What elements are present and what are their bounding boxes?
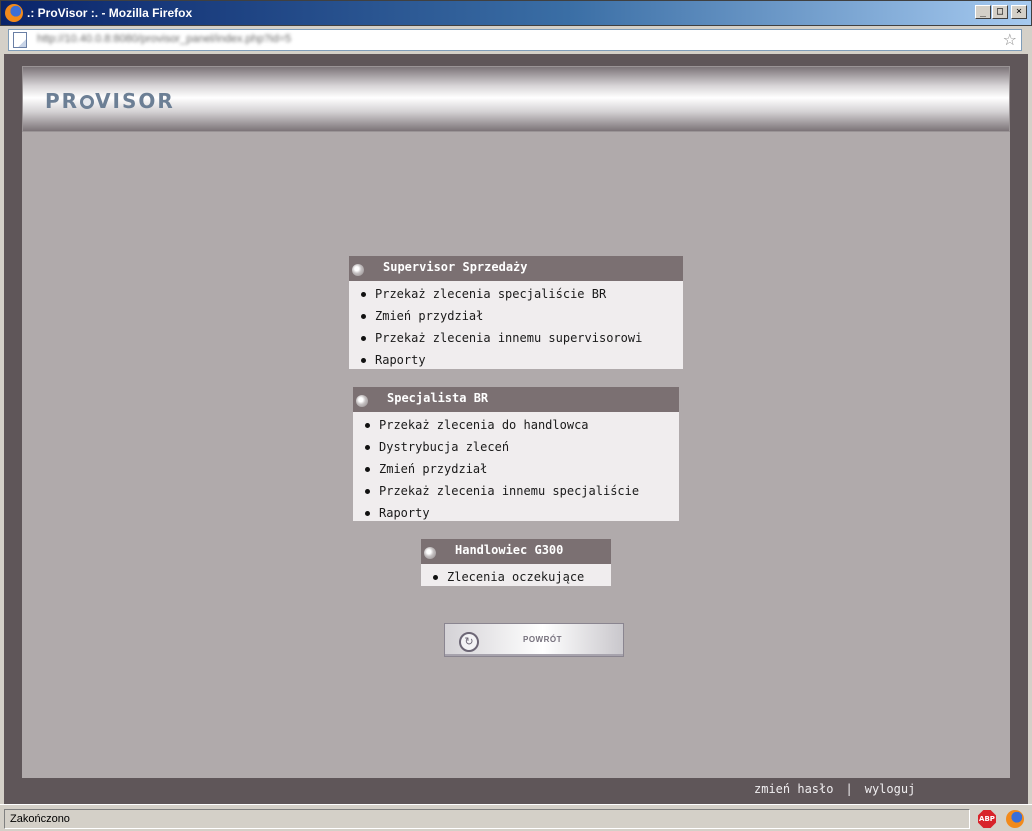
navigation-bar: http://10.40.0.8:8080/provisor_panel/ind… [0, 26, 1032, 54]
window-titlebar: .: ProVisor :. - Mozilla Firefox _ □ × [0, 0, 1032, 26]
panel-supervisor: Supervisor Sprzedaży Przekaż zlecenia sp… [349, 256, 683, 369]
back-button[interactable]: ↻ POWRÓT [444, 623, 624, 657]
link-separator: | [845, 782, 853, 796]
window-title: .: ProVisor :. - Mozilla Firefox [27, 6, 193, 20]
bullet-dot-icon [361, 292, 366, 297]
panel-bullet-icon [352, 264, 364, 276]
menu-item-raporty[interactable]: Raporty [349, 349, 683, 371]
firefox-icon [5, 4, 23, 22]
return-arrow-icon: ↻ [459, 632, 479, 652]
panel-specjalista: Specjalista BR Przekaż zlecenia do handl… [353, 387, 679, 521]
menu-item-raporty[interactable]: Raporty [353, 502, 679, 524]
menu-item-przekaz-specjaliscie[interactable]: Przekaż zlecenia innemu specjaliście [353, 480, 679, 502]
logo-o-icon [80, 95, 95, 109]
url-text[interactable]: http://10.40.0.8:8080/provisor_panel/ind… [37, 33, 291, 45]
menu-item-zmien-przydzial[interactable]: Zmień przydział [349, 305, 683, 327]
page-header: PR VISOR [22, 66, 1010, 132]
bullet-dot-icon [365, 445, 370, 450]
panel-handlowiec: Handlowiec G300 Zlecenia oczekujące [421, 539, 611, 586]
logout-link[interactable]: wyloguj [865, 782, 916, 796]
bullet-dot-icon [365, 489, 370, 494]
panel-title: Specjalista BR [387, 391, 489, 405]
menu-item-dystrybucja[interactable]: Dystrybucja zleceń [353, 436, 679, 458]
bullet-dot-icon [361, 336, 366, 341]
close-button[interactable]: × [1011, 5, 1027, 19]
bullet-dot-icon [361, 314, 366, 319]
adblock-icon[interactable]: ABP [978, 810, 996, 828]
panel-title: Handlowiec G300 [455, 543, 564, 557]
bookmark-star-icon[interactable]: ☆ [1003, 30, 1017, 49]
status-bar: Zakończono ABP [0, 804, 1032, 831]
bullet-dot-icon [433, 575, 438, 580]
back-button-label: POWRÓT [523, 635, 562, 644]
bullet-dot-icon [365, 423, 370, 428]
panel-header: Specjalista BR [353, 387, 679, 412]
menu-item-zmien-przydzial[interactable]: Zmień przydział [353, 458, 679, 480]
panel-bullet-icon [424, 547, 436, 559]
panel-title: Supervisor Sprzedaży [383, 260, 528, 274]
menu-item-przekaz-handlowca[interactable]: Przekaż zlecenia do handlowca [353, 414, 679, 436]
status-text: Zakończono [4, 809, 970, 829]
change-password-link[interactable]: zmień hasło [754, 782, 833, 796]
bullet-dot-icon [361, 358, 366, 363]
address-bar[interactable]: http://10.40.0.8:8080/provisor_panel/ind… [8, 29, 1022, 51]
page-icon [13, 32, 27, 48]
panel-header: Handlowiec G300 [421, 539, 611, 564]
panel-bullet-icon [356, 395, 368, 407]
panel-header: Supervisor Sprzedaży [349, 256, 683, 281]
footer-links: zmień hasło | wyloguj [754, 782, 915, 796]
page-frame: PR VISOR Supervisor Sprzedaży Przekaż zle… [4, 54, 1028, 804]
bullet-dot-icon [365, 511, 370, 516]
bullet-dot-icon [365, 467, 370, 472]
main-content: Supervisor Sprzedaży Przekaż zlecenia sp… [22, 132, 1010, 778]
menu-item-przekaz-supervisorowi[interactable]: Przekaż zlecenia innemu supervisorowi [349, 327, 683, 349]
maximize-button[interactable]: □ [992, 5, 1008, 19]
menu-item-przekaz-specjaliscie[interactable]: Przekaż zlecenia specjaliście BR [349, 283, 683, 305]
firefox-status-icon[interactable] [1006, 810, 1024, 828]
menu-item-zlecenia-oczekujace[interactable]: Zlecenia oczekujące [421, 566, 611, 588]
provisor-logo: PR VISOR [45, 89, 175, 113]
minimize-button[interactable]: _ [975, 5, 991, 19]
